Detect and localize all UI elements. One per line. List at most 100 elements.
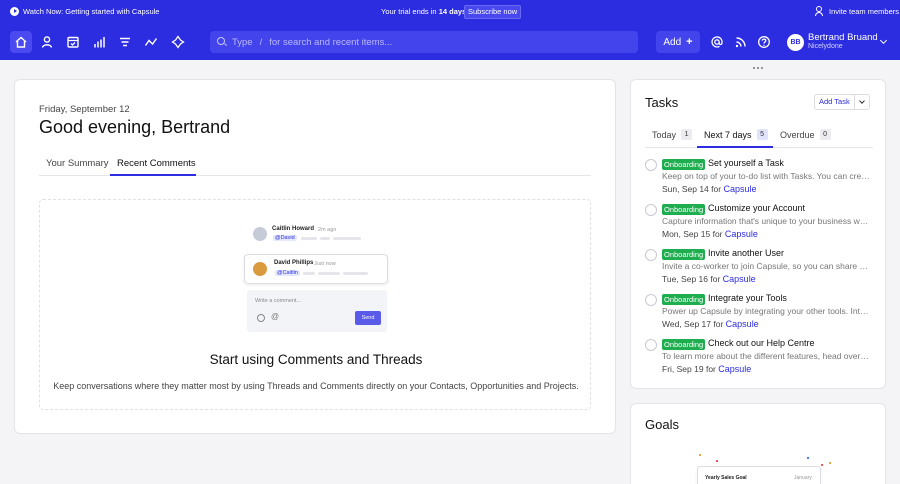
tab-your-summary[interactable]: Your Summary bbox=[46, 158, 108, 169]
user-plus-icon bbox=[815, 6, 825, 16]
task-link[interactable]: Capsule bbox=[723, 274, 756, 284]
tab-label: Today bbox=[652, 129, 677, 140]
task-item[interactable]: Onboarding Integrate your Tools Power up… bbox=[645, 293, 885, 335]
illustration-name: David Phillips bbox=[274, 260, 314, 266]
task-link[interactable]: Capsule bbox=[718, 364, 751, 374]
dashboard-main-card: Friday, September 12 Good evening, Bertr… bbox=[14, 79, 616, 434]
plus-icon: + bbox=[686, 36, 693, 48]
main-nav: Type / for search and recent items... Ad… bbox=[0, 24, 900, 60]
watch-now-label: Watch Now: Getting started with Capsule bbox=[23, 7, 160, 16]
task-for: for bbox=[712, 229, 723, 239]
tasks-card: Tasks Add Task Today 1 Next 7 days 5 Ove… bbox=[630, 79, 886, 389]
summary-tabs: Your Summary Recent Comments bbox=[39, 152, 591, 176]
task-for: for bbox=[705, 364, 716, 374]
task-date: Wed, Sep 17 bbox=[662, 319, 711, 329]
task-title[interactable]: Integrate your Tools bbox=[708, 293, 787, 303]
task-date: Tue, Sep 16 bbox=[662, 274, 708, 284]
task-item[interactable]: Onboarding Set yourself a Task Keep on t… bbox=[645, 158, 885, 200]
add-task-button[interactable]: Add Task bbox=[814, 94, 870, 110]
current-date: Friday, September 12 bbox=[39, 104, 130, 115]
task-item[interactable]: Onboarding Customize your Account Captur… bbox=[645, 203, 885, 245]
avatar bbox=[253, 262, 267, 276]
drag-handle-icon[interactable] bbox=[753, 67, 763, 71]
task-complete-checkbox[interactable] bbox=[645, 339, 657, 351]
illustration-mention: @Caitlin bbox=[275, 270, 300, 276]
illustration-time: Just now bbox=[314, 260, 336, 267]
task-tabs: Today 1 Next 7 days 5 Overdue 0 bbox=[645, 124, 873, 148]
search-placeholder: for search and recent items... bbox=[269, 36, 393, 48]
subscribe-button[interactable]: Subscribe now bbox=[464, 5, 522, 19]
person-icon bbox=[41, 36, 53, 48]
illustration-comment: Caitlin Howard 2m ago @David bbox=[253, 226, 393, 250]
placeholder-line bbox=[318, 272, 340, 275]
tab-count: 0 bbox=[819, 129, 831, 140]
placeholder-line bbox=[320, 237, 330, 240]
avatar[interactable]: BB bbox=[787, 34, 804, 51]
empty-state-description: Keep conversations where they matter mos… bbox=[53, 381, 579, 391]
placeholder-line bbox=[303, 272, 315, 275]
task-title[interactable]: Customize your Account bbox=[708, 203, 805, 213]
nav-home[interactable] bbox=[10, 31, 32, 53]
send-button: Send bbox=[355, 311, 381, 325]
emoji-icon bbox=[257, 314, 265, 322]
nav-lists[interactable] bbox=[114, 31, 136, 53]
add-button[interactable]: Add + bbox=[656, 31, 700, 53]
task-description: To learn more about the different featur… bbox=[662, 351, 870, 361]
comments-illustration: Caitlin Howard 2m ago @David David Phill… bbox=[244, 222, 393, 332]
feed-button[interactable] bbox=[730, 31, 752, 53]
tab-next-7-days[interactable]: Next 7 days 5 bbox=[704, 129, 768, 140]
task-link[interactable]: Capsule bbox=[726, 319, 759, 329]
mentions-button[interactable] bbox=[706, 31, 728, 53]
goal-label: Yearly Sales Goal bbox=[705, 475, 747, 481]
task-date: Fri, Sep 19 bbox=[662, 364, 704, 374]
task-complete-checkbox[interactable] bbox=[645, 249, 657, 261]
nav-pipeline[interactable] bbox=[140, 31, 162, 53]
task-description: Keep on top of your to-do list with Task… bbox=[662, 171, 870, 181]
placeholder-line bbox=[343, 272, 368, 275]
task-complete-checkbox[interactable] bbox=[645, 204, 657, 216]
tab-label: Overdue bbox=[780, 129, 815, 140]
task-for: for bbox=[713, 319, 724, 329]
invite-team-button[interactable]: Invite team members bbox=[815, 6, 899, 16]
help-button[interactable] bbox=[753, 31, 775, 53]
task-title[interactable]: Set yourself a Task bbox=[708, 158, 784, 168]
at-sign-icon bbox=[711, 36, 723, 48]
home-icon bbox=[15, 36, 27, 48]
nav-contacts[interactable] bbox=[36, 31, 58, 53]
illustration-mention: @David bbox=[273, 235, 297, 241]
task-title[interactable]: Check out our Help Centre bbox=[708, 338, 815, 348]
nav-workflow[interactable] bbox=[167, 31, 189, 53]
watch-now-link[interactable]: Watch Now: Getting started with Capsule bbox=[10, 7, 159, 16]
add-task-label: Add Task bbox=[815, 95, 855, 109]
search-input[interactable]: Type / for search and recent items... bbox=[210, 31, 638, 53]
tab-recent-comments[interactable]: Recent Comments bbox=[117, 158, 196, 169]
illustration-name: Caitlin Howard bbox=[272, 226, 315, 232]
task-category-badge: Onboarding bbox=[662, 339, 706, 350]
task-due: Fri, Sep 19 for Capsule bbox=[662, 364, 751, 374]
user-name[interactable]: Bertrand Bruand bbox=[808, 32, 878, 43]
chevron-down-icon[interactable] bbox=[879, 36, 888, 45]
task-complete-checkbox[interactable] bbox=[645, 159, 657, 171]
nav-calendar[interactable] bbox=[62, 31, 84, 53]
trial-days: 14 days bbox=[438, 7, 467, 16]
goals-title: Goals bbox=[645, 417, 679, 432]
tab-overdue[interactable]: Overdue 0 bbox=[780, 129, 831, 140]
task-category-badge: Onboarding bbox=[662, 294, 706, 305]
confetti-decoration bbox=[699, 454, 701, 456]
task-title[interactable]: Invite another User bbox=[708, 248, 784, 258]
task-description: Capture information that's unique to you… bbox=[662, 216, 870, 226]
task-due: Sun, Sep 14 for Capsule bbox=[662, 184, 757, 194]
task-category-badge: Onboarding bbox=[662, 159, 706, 170]
tab-today[interactable]: Today 1 bbox=[652, 129, 693, 140]
task-complete-checkbox[interactable] bbox=[645, 294, 657, 306]
tab-count: 1 bbox=[681, 129, 693, 140]
task-link[interactable]: Capsule bbox=[725, 229, 758, 239]
task-item[interactable]: Onboarding Check out our Help Centre To … bbox=[645, 338, 885, 380]
nav-reports[interactable] bbox=[89, 31, 111, 53]
task-item[interactable]: Onboarding Invite another User Invite a … bbox=[645, 248, 885, 290]
task-link[interactable]: Capsule bbox=[723, 184, 756, 194]
placeholder-line bbox=[301, 237, 317, 240]
page-title: Good evening, Bertrand bbox=[39, 117, 231, 137]
placeholder-line bbox=[333, 237, 361, 240]
chevron-down-icon[interactable] bbox=[855, 95, 869, 109]
